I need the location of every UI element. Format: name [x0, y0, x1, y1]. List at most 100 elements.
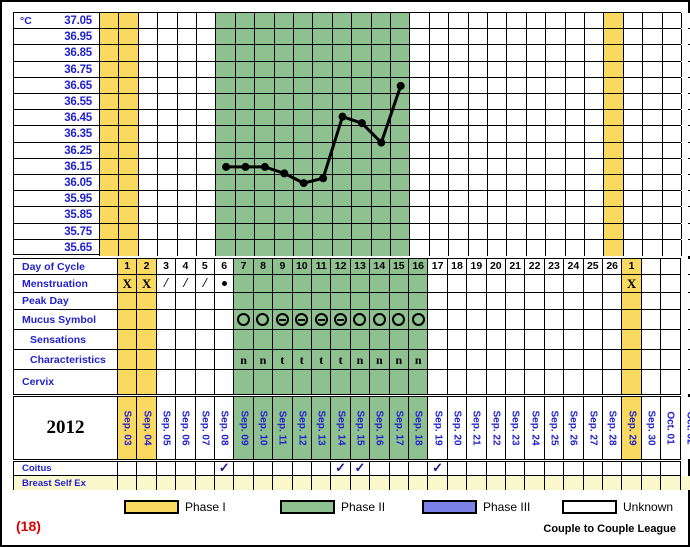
cell-sensations[interactable]: [118, 330, 138, 349]
cell-peak-day[interactable]: [389, 293, 409, 309]
cell-cervix[interactable]: [409, 370, 429, 394]
cell-breast-self-ex[interactable]: [467, 476, 487, 490]
date-cell[interactable]: Oct. 01: [661, 397, 681, 459]
cell-breast-self-ex[interactable]: [118, 476, 138, 490]
temperature-cell[interactable]: [682, 45, 690, 61]
cell-mucus-symbol[interactable]: [215, 310, 235, 329]
temperature-cell[interactable]: [682, 158, 690, 174]
cell-cervix[interactable]: [292, 370, 312, 394]
cell-characteristics[interactable]: [156, 350, 177, 369]
temperature-point[interactable]: [241, 162, 250, 171]
cell-mucus-symbol[interactable]: [292, 310, 312, 329]
date-cell[interactable]: Sep. 17: [389, 397, 409, 459]
cell-menstruation[interactable]: /: [156, 275, 177, 292]
cell-menstruation[interactable]: [234, 275, 254, 292]
cell-menstruation[interactable]: [564, 275, 584, 292]
temperature-cell[interactable]: [682, 126, 690, 142]
cell-day-of-cycle[interactable]: 9: [273, 259, 293, 274]
cell-peak-day[interactable]: [176, 293, 196, 309]
cell-coitus[interactable]: [603, 462, 623, 475]
cell-sensations[interactable]: [622, 330, 642, 349]
cell-breast-self-ex[interactable]: [641, 476, 662, 490]
temperature-cell[interactable]: [682, 191, 690, 207]
cell-mucus-symbol[interactable]: [622, 310, 642, 329]
cell-characteristics[interactable]: [506, 350, 526, 369]
date-cell[interactable]: Sep. 27: [583, 397, 603, 459]
cell-coitus[interactable]: [525, 462, 545, 475]
cell-menstruation[interactable]: X: [622, 275, 642, 292]
cell-characteristics[interactable]: n: [409, 350, 429, 369]
cell-mucus-symbol[interactable]: [331, 310, 351, 329]
cell-coitus[interactable]: [506, 462, 526, 475]
cell-sensations[interactable]: [680, 330, 690, 349]
temperature-cell[interactable]: [682, 142, 690, 158]
cell-mucus-symbol[interactable]: [370, 310, 390, 329]
temperature-point[interactable]: [377, 138, 386, 147]
cell-sensations[interactable]: [603, 330, 623, 349]
cell-sensations[interactable]: [389, 330, 409, 349]
cell-coitus[interactable]: [467, 462, 487, 475]
cell-day-of-cycle[interactable]: 7: [234, 259, 254, 274]
cell-peak-day[interactable]: [312, 293, 332, 309]
cell-day-of-cycle[interactable]: [661, 259, 681, 274]
cell-menstruation[interactable]: X: [118, 275, 138, 292]
cell-day-of-cycle[interactable]: 3: [156, 259, 177, 274]
cell-cervix[interactable]: [564, 370, 584, 394]
cell-mucus-symbol[interactable]: [544, 310, 565, 329]
cell-day-of-cycle[interactable]: 5: [195, 259, 215, 274]
cell-mucus-symbol[interactable]: [486, 310, 506, 329]
cell-menstruation[interactable]: [641, 275, 662, 292]
cell-mucus-symbol[interactable]: [680, 310, 690, 329]
cell-breast-self-ex[interactable]: [486, 476, 506, 490]
cell-characteristics[interactable]: [544, 350, 565, 369]
cell-menstruation[interactable]: [409, 275, 429, 292]
date-cell[interactable]: Sep. 15: [350, 397, 371, 459]
cell-coitus[interactable]: ✓: [428, 461, 448, 475]
cell-mucus-symbol[interactable]: [409, 310, 429, 329]
date-cell[interactable]: Sep. 21: [467, 397, 487, 459]
date-cell[interactable]: Sep. 26: [564, 397, 584, 459]
cell-breast-self-ex[interactable]: [176, 476, 196, 490]
cell-menstruation[interactable]: [253, 275, 274, 292]
cell-coitus[interactable]: [622, 462, 642, 475]
cell-menstruation[interactable]: [312, 275, 332, 292]
cell-mucus-symbol[interactable]: [467, 310, 487, 329]
cell-characteristics[interactable]: [467, 350, 487, 369]
cell-sensations[interactable]: [409, 330, 429, 349]
cell-day-of-cycle[interactable]: 23: [544, 259, 565, 274]
cell-characteristics[interactable]: [428, 350, 448, 369]
cell-cervix[interactable]: [234, 370, 254, 394]
cell-coitus[interactable]: [661, 462, 681, 475]
cell-characteristics[interactable]: [486, 350, 506, 369]
cell-peak-day[interactable]: [583, 293, 603, 309]
cell-cervix[interactable]: [156, 370, 177, 394]
cell-peak-day[interactable]: [273, 293, 293, 309]
cell-breast-self-ex[interactable]: [661, 476, 681, 490]
cell-sensations[interactable]: [525, 330, 545, 349]
cell-peak-day[interactable]: [331, 293, 351, 309]
cell-coitus[interactable]: [409, 462, 429, 475]
cell-peak-day[interactable]: [486, 293, 506, 309]
temperature-point[interactable]: [222, 162, 231, 171]
cell-characteristics[interactable]: n: [350, 350, 371, 369]
cell-sensations[interactable]: [544, 330, 565, 349]
cell-breast-self-ex[interactable]: [447, 476, 468, 490]
cell-characteristics[interactable]: [118, 350, 138, 369]
cell-mucus-symbol[interactable]: [506, 310, 526, 329]
cell-cervix[interactable]: [370, 370, 390, 394]
cell-characteristics[interactable]: t: [331, 350, 351, 369]
cell-sensations[interactable]: [331, 330, 351, 349]
cell-day-of-cycle[interactable]: 26: [603, 259, 623, 274]
cell-day-of-cycle[interactable]: 19: [467, 259, 487, 274]
cell-menstruation[interactable]: [215, 275, 235, 292]
cell-breast-self-ex[interactable]: [312, 476, 332, 490]
cell-characteristics[interactable]: [564, 350, 584, 369]
cell-cervix[interactable]: [389, 370, 409, 394]
cell-sensations[interactable]: [564, 330, 584, 349]
cell-sensations[interactable]: [292, 330, 312, 349]
cell-menstruation[interactable]: [370, 275, 390, 292]
cell-coitus[interactable]: ✓: [215, 461, 235, 475]
cell-sensations[interactable]: [156, 330, 177, 349]
cell-day-of-cycle[interactable]: 18: [447, 259, 468, 274]
cell-breast-self-ex[interactable]: [273, 476, 293, 490]
